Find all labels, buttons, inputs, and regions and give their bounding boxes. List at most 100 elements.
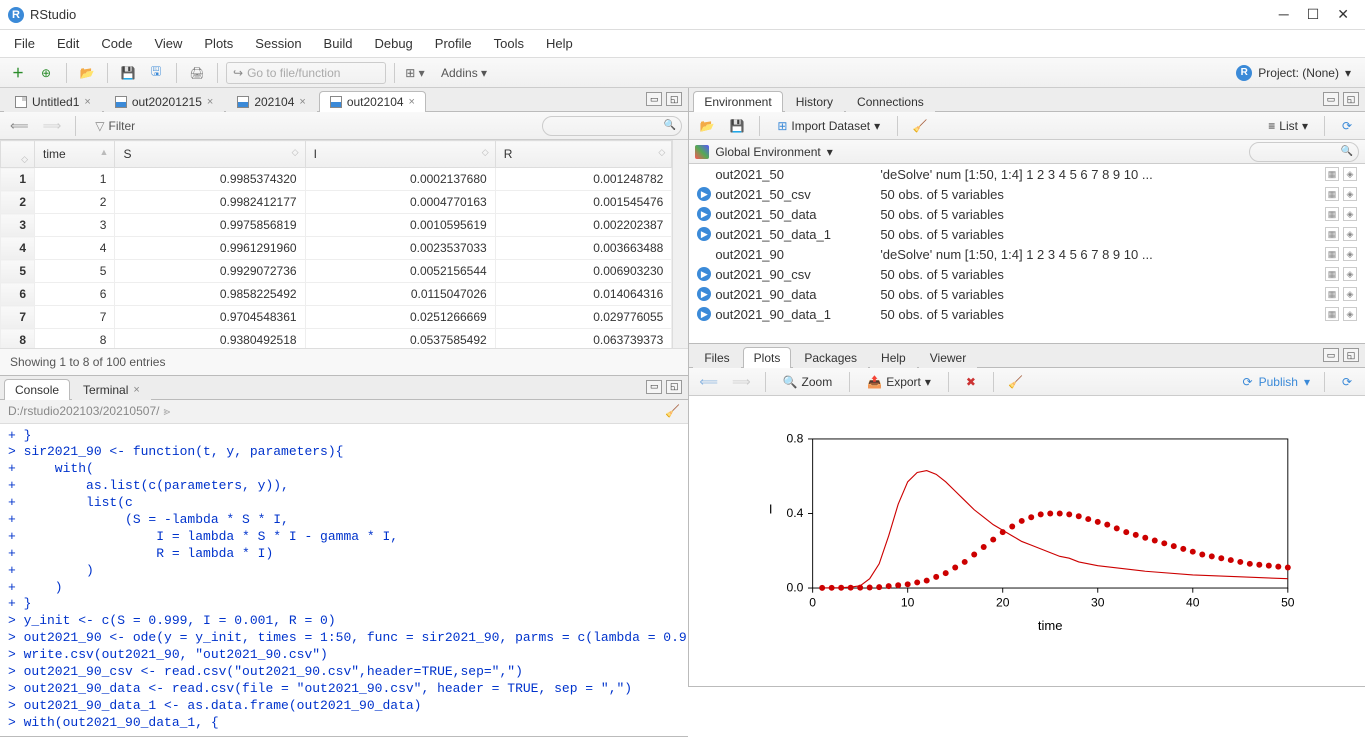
- expand-icon[interactable]: ▶: [697, 227, 711, 241]
- minimize-pane-button[interactable]: ▭: [1323, 92, 1339, 106]
- table-search-input[interactable]: [542, 116, 682, 136]
- grid-icon[interactable]: ▦: [1325, 267, 1339, 281]
- env-item-out2021_50[interactable]: out2021_50'deSolve' num [1:50, 1:4] 1 2 …: [689, 164, 1365, 184]
- publish-button[interactable]: ⟳ Publish ▾: [1239, 375, 1314, 389]
- col-header-R[interactable]: R◇: [495, 141, 672, 168]
- expand-icon[interactable]: ▶: [697, 287, 711, 301]
- clear-objects-icon[interactable]: 🧹: [908, 115, 932, 137]
- table-row[interactable]: 550.99290727360.00521565440.006903230: [1, 260, 672, 283]
- menu-view[interactable]: View: [144, 32, 192, 55]
- close-tab-icon[interactable]: ×: [84, 96, 90, 108]
- env-list[interactable]: out2021_50'deSolve' num [1:50, 1:4] 1 2 …: [689, 164, 1365, 343]
- scrollbar-track[interactable]: [672, 140, 688, 348]
- tab-out202104[interactable]: out202104×: [319, 91, 426, 112]
- tab-terminal[interactable]: Terminal×: [72, 379, 151, 400]
- env-item-out2021_90_csv[interactable]: ▶out2021_90_csv50 obs. of 5 variables▦◈: [689, 264, 1365, 284]
- view-icon[interactable]: ◈: [1343, 287, 1357, 301]
- console-output[interactable]: + } > sir2021_90 <- function(t, y, param…: [0, 424, 688, 736]
- env-item-out2021_90[interactable]: out2021_90'deSolve' num [1:50, 1:4] 1 2 …: [689, 244, 1365, 264]
- table-row[interactable]: 330.99758568190.00105956190.002202387: [1, 214, 672, 237]
- import-dataset-button[interactable]: ⊞ Import Dataset ▾: [770, 115, 887, 137]
- goto-file-input[interactable]: ↪Go to file/function: [226, 62, 386, 84]
- tab-console[interactable]: Console: [4, 379, 70, 400]
- expand-icon[interactable]: ▶: [697, 307, 711, 321]
- clear-all-plots-icon[interactable]: 🧹: [1004, 371, 1028, 393]
- env-scope-label[interactable]: Global Environment: [715, 145, 820, 159]
- project-menu[interactable]: RProject: (None) ▾: [1228, 65, 1359, 81]
- zoom-button[interactable]: 🔍 Zoom: [776, 371, 840, 393]
- menu-profile[interactable]: Profile: [425, 32, 482, 55]
- minimize-pane-button[interactable]: ▭: [646, 380, 662, 394]
- data-table[interactable]: ◇time▲S◇I◇R◇110.99853743200.00021376800.…: [0, 140, 672, 348]
- table-row[interactable]: 220.99824121770.00047701630.001545476: [1, 191, 672, 214]
- col-header-index[interactable]: ◇: [1, 141, 35, 168]
- minimize-pane-button[interactable]: ▭: [646, 92, 662, 106]
- env-search-input[interactable]: [1249, 142, 1359, 162]
- env-item-out2021_50_csv[interactable]: ▶out2021_50_csv50 obs. of 5 variables▦◈: [689, 184, 1365, 204]
- menu-code[interactable]: Code: [91, 32, 142, 55]
- refresh-plot-button[interactable]: ⟳: [1335, 371, 1359, 393]
- tab-history[interactable]: History: [785, 91, 844, 112]
- save-all-button[interactable]: 🖫: [144, 62, 168, 84]
- close-tab-icon[interactable]: ×: [133, 384, 139, 396]
- new-file-button[interactable]: ＋: [6, 62, 30, 84]
- tab-packages[interactable]: Packages: [793, 347, 868, 368]
- menu-edit[interactable]: Edit: [47, 32, 89, 55]
- clear-console-icon[interactable]: 🧹: [665, 404, 680, 418]
- tab-out20201215[interactable]: out20201215×: [104, 91, 225, 112]
- minimize-pane-button[interactable]: ▭: [1323, 348, 1339, 362]
- maximize-pane-button[interactable]: ◱: [1343, 348, 1359, 362]
- menu-build[interactable]: Build: [314, 32, 363, 55]
- addins-menu[interactable]: Addins ▾: [431, 66, 497, 80]
- maximize-pane-button[interactable]: ◱: [1343, 92, 1359, 106]
- menu-tools[interactable]: Tools: [484, 32, 534, 55]
- expand-icon[interactable]: ▶: [697, 187, 711, 201]
- load-workspace-button[interactable]: 📂: [695, 115, 719, 137]
- save-button[interactable]: 💾: [116, 62, 140, 84]
- grid-icon[interactable]: ▦: [1325, 307, 1339, 321]
- menu-plots[interactable]: Plots: [194, 32, 243, 55]
- view-icon[interactable]: ◈: [1343, 207, 1357, 221]
- tab-untitled1[interactable]: Untitled1×: [4, 91, 102, 112]
- plot-next-button[interactable]: ⟹: [728, 374, 755, 390]
- menu-debug[interactable]: Debug: [364, 32, 422, 55]
- col-header-S[interactable]: S◇: [115, 141, 305, 168]
- env-item-out2021_90_data[interactable]: ▶out2021_90_data50 obs. of 5 variables▦◈: [689, 284, 1365, 304]
- new-project-button[interactable]: ⊕: [34, 62, 58, 84]
- expand-icon[interactable]: ▶: [697, 207, 711, 221]
- grid-icon[interactable]: ▦: [1325, 247, 1339, 261]
- menu-session[interactable]: Session: [245, 32, 311, 55]
- workspace-panes-button[interactable]: ⊞ ▾: [403, 62, 427, 84]
- expand-icon[interactable]: ▶: [697, 267, 711, 281]
- grid-icon[interactable]: ▦: [1325, 187, 1339, 201]
- save-workspace-button[interactable]: 💾: [725, 115, 749, 137]
- view-mode-toggle[interactable]: ≡ List ▾: [1262, 119, 1314, 133]
- close-tab-icon[interactable]: ×: [299, 96, 305, 108]
- grid-icon[interactable]: ▦: [1325, 207, 1339, 221]
- close-tab-icon[interactable]: ×: [409, 96, 415, 108]
- tab-plots[interactable]: Plots: [743, 347, 792, 368]
- view-icon[interactable]: ◈: [1343, 307, 1357, 321]
- maximize-pane-button[interactable]: ◱: [666, 92, 682, 106]
- table-row[interactable]: 770.97045483610.02512666690.029776055: [1, 306, 672, 329]
- col-header-time[interactable]: time▲: [35, 141, 115, 168]
- plot-prev-button[interactable]: ⟸: [695, 374, 722, 390]
- window-maximize-icon[interactable]: ☐: [1307, 6, 1320, 23]
- env-item-out2021_50_data[interactable]: ▶out2021_50_data50 obs. of 5 variables▦◈: [689, 204, 1365, 224]
- close-tab-icon[interactable]: ×: [207, 96, 213, 108]
- menu-help[interactable]: Help: [536, 32, 583, 55]
- filter-button[interactable]: ▽Filter: [86, 116, 144, 136]
- view-icon[interactable]: ◈: [1343, 187, 1357, 201]
- maximize-pane-button[interactable]: ◱: [666, 380, 682, 394]
- tab-files[interactable]: Files: [693, 347, 740, 368]
- tab-202104[interactable]: 202104×: [226, 91, 316, 112]
- table-row[interactable]: 660.98582254920.01150470260.014064316: [1, 283, 672, 306]
- remove-plot-button[interactable]: ✖: [959, 371, 983, 393]
- view-icon[interactable]: ◈: [1343, 167, 1357, 181]
- window-close-icon[interactable]: ✕: [1337, 6, 1349, 23]
- refresh-env-button[interactable]: ⟳: [1335, 115, 1359, 137]
- browse-dir-icon[interactable]: ⪢: [163, 404, 170, 419]
- grid-icon[interactable]: ▦: [1325, 167, 1339, 181]
- table-row[interactable]: 440.99612919600.00235370330.003663488: [1, 237, 672, 260]
- env-item-out2021_50_data_1[interactable]: ▶out2021_50_data_150 obs. of 5 variables…: [689, 224, 1365, 244]
